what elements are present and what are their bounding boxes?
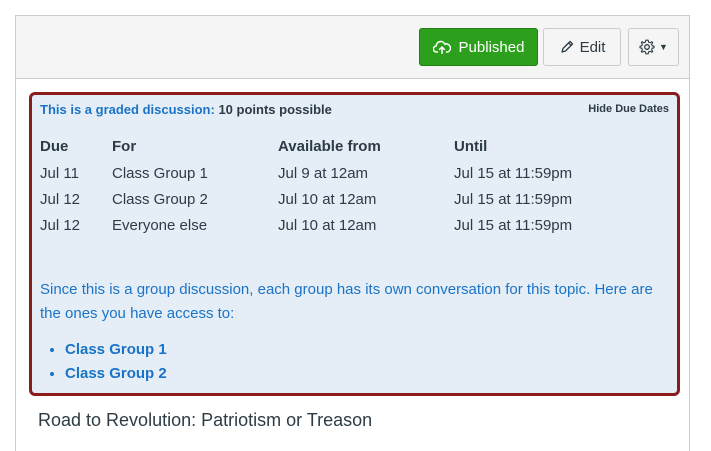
column-header-until: Until: [454, 138, 488, 155]
gear-icon: [639, 39, 655, 55]
group-discussion-note: Since this is a group discussion, each g…: [40, 281, 653, 322]
table-row: Jul 11 Class Group 1 Jul 9 at 12am Jul 1…: [40, 165, 594, 191]
list-item: Class Group 1: [65, 338, 167, 362]
for-cell: Class Group 1: [112, 165, 208, 182]
published-label: Published: [458, 38, 525, 56]
group-links-list: Class Group 1 Class Group 2: [40, 338, 167, 386]
hide-due-dates-link[interactable]: Hide Due Dates: [588, 103, 669, 115]
edit-label: Edit: [579, 38, 606, 56]
for-cell: Everyone else: [112, 217, 208, 234]
group-link-class-group-1[interactable]: Class Group 1: [65, 341, 167, 358]
points-possible: 10 points possible: [218, 102, 332, 117]
available-from-cell: Jul 10 at 12am: [278, 217, 377, 234]
cloud-upload-icon: [432, 40, 451, 54]
column-header-for: For: [112, 138, 137, 155]
until-cell: Jul 15 at 11:59pm: [454, 165, 573, 182]
due-cell: Jul 11: [40, 165, 79, 182]
discussion-panel: Published Edit ▼ This is a graded discus…: [15, 15, 690, 451]
pencil-icon: [560, 40, 573, 53]
due-cell: Jul 12: [40, 191, 81, 208]
published-button[interactable]: Published: [419, 28, 538, 66]
available-from-cell: Jul 9 at 12am: [278, 165, 369, 182]
settings-menu-button[interactable]: ▼: [628, 28, 679, 66]
graded-discussion-label: This is a graded discussion:: [40, 102, 215, 117]
table-row: Jul 12 Class Group 2 Jul 10 at 12am Jul …: [40, 191, 594, 217]
discussion-toolbar: Published Edit ▼: [16, 16, 689, 79]
for-cell: Class Group 2: [112, 191, 208, 208]
chevron-down-icon: ▼: [659, 42, 668, 52]
available-from-cell: Jul 10 at 12am: [278, 191, 377, 208]
topic-title: Road to Revolution: Patriotism or Treaso…: [38, 410, 373, 430]
due-dates-table: Due For Available from Until Jul 11 Clas…: [40, 138, 594, 243]
group-link-class-group-2[interactable]: Class Group 2: [65, 365, 167, 382]
graded-discussion-info: This is a graded discussion: 10 points p…: [40, 102, 332, 117]
edit-button[interactable]: Edit: [543, 28, 621, 66]
column-header-due: Due: [40, 138, 69, 155]
discussion-details-box: This is a graded discussion: 10 points p…: [29, 92, 680, 396]
until-cell: Jul 15 at 11:59pm: [454, 191, 573, 208]
list-item: Class Group 2: [65, 362, 167, 386]
table-header-row: Due For Available from Until: [40, 138, 594, 165]
table-row: Jul 12 Everyone else Jul 10 at 12am Jul …: [40, 217, 594, 243]
due-cell: Jul 12: [40, 217, 81, 234]
until-cell: Jul 15 at 11:59pm: [454, 217, 573, 234]
column-header-available-from: Available from: [278, 138, 381, 155]
